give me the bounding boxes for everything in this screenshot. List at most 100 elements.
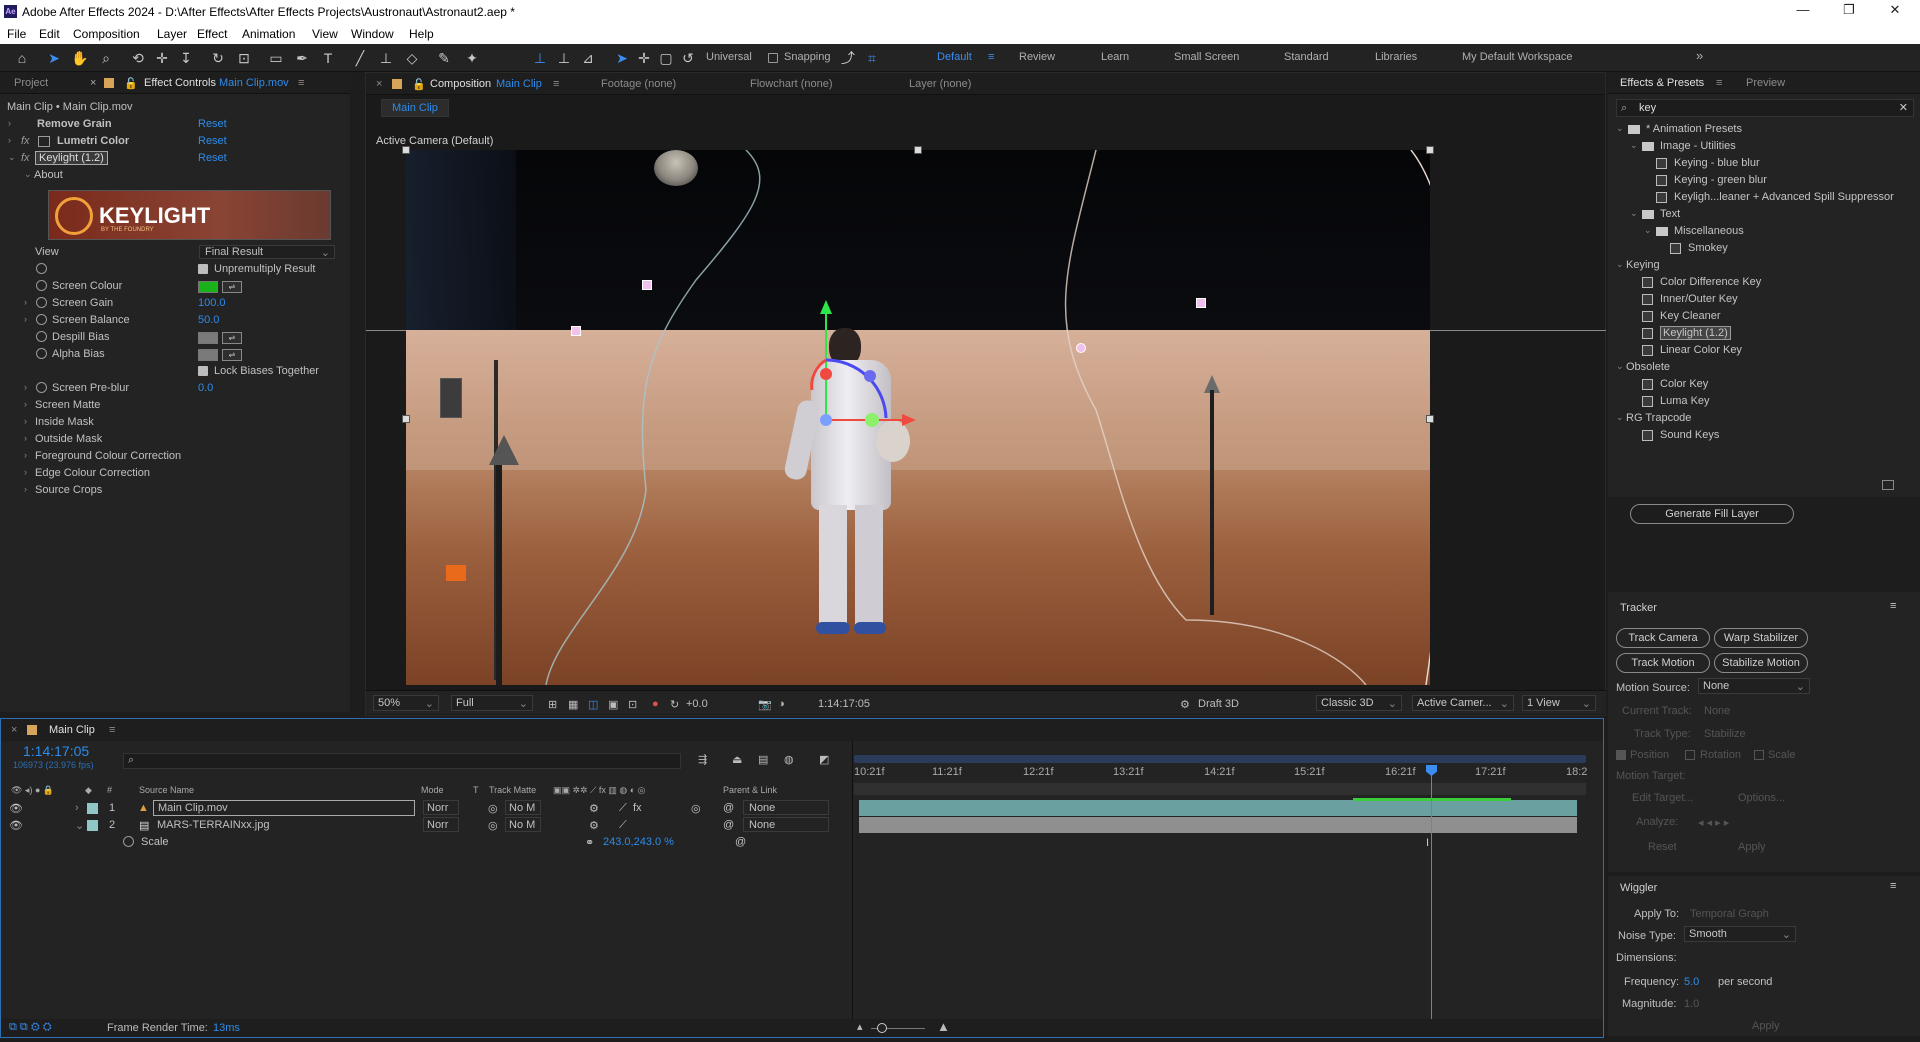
scale-value[interactable]: 243.0,243.0 %	[603, 836, 674, 848]
effect-controls-lock-icon[interactable]: 🔓	[124, 77, 138, 90]
tab-layer[interactable]: Layer (none)	[909, 78, 971, 90]
selection-handle[interactable]	[1426, 415, 1434, 423]
selection-handle[interactable]	[914, 146, 922, 154]
layer-row-2[interactable]: 👁 ⌄ 2 ▤ MARS-TERRAINxx.jpg Norr ◎ No M ⚙…	[1, 817, 851, 834]
menu-window[interactable]: Window	[351, 27, 394, 41]
group-edge-colour[interactable]: › Edge Colour Correction	[0, 465, 345, 482]
3d-layer-switch-icon[interactable]: ◎	[691, 802, 701, 815]
eyedropper-icon[interactable]: ⇌	[222, 332, 242, 344]
tab-preview[interactable]: Preview	[1746, 77, 1785, 89]
views-dropdown[interactable]: 1 View ⌄	[1522, 695, 1596, 711]
effects-tree-item[interactable]: Keyligh...leaner + Advanced Spill Suppre…	[1608, 189, 1920, 206]
effects-tree-item[interactable]: Color Difference Key	[1608, 274, 1920, 291]
resolution-dropdown[interactable]: Full ⌄	[451, 695, 533, 711]
exposure-value[interactable]: +0.0	[686, 698, 708, 710]
panel-menu-icon[interactable]: ≡	[553, 78, 559, 90]
transparency-grid-icon[interactable]: ▦	[568, 698, 578, 711]
layer-row-1[interactable]: 👁 › 1 ▲ Main Clip.mov Norr ◎ No M ⚙ ⟋ fx…	[1, 800, 851, 817]
show-snapshot-icon[interactable]: ◑	[778, 698, 785, 710]
despill-bias-swatch[interactable]	[198, 332, 218, 344]
panel-menu-icon[interactable]: ≡	[1890, 600, 1896, 612]
collapse-switch-icon[interactable]: ⚙	[589, 819, 599, 832]
fx-switch-icon[interactable]: fx	[633, 802, 642, 814]
universal-move-icon[interactable]: ✛	[634, 48, 654, 68]
menu-composition[interactable]: Composition	[73, 27, 140, 41]
rotation-checkbox[interactable]	[1685, 750, 1695, 760]
effects-tree-item[interactable]: ⌄ RG Trapcode	[1608, 410, 1920, 427]
parent-dropdown[interactable]: None	[743, 800, 829, 815]
position-checkbox[interactable]	[1616, 750, 1626, 760]
reset-link[interactable]: Reset	[198, 135, 227, 147]
selection-handle[interactable]	[402, 146, 410, 154]
tab-project[interactable]: Project	[14, 77, 48, 89]
universal-rotate-icon[interactable]: ↺	[678, 48, 698, 68]
grid-icon[interactable]: ⊡	[628, 698, 637, 711]
selection-handle[interactable]	[402, 415, 410, 423]
menu-layer[interactable]: Layer	[157, 27, 187, 41]
rotate-tool-icon[interactable]: ↻	[208, 48, 228, 68]
workspace-menu-icon[interactable]: ≡	[988, 51, 994, 63]
track-matte-dropdown[interactable]: No M	[505, 817, 541, 832]
clone-stamp-tool-icon[interactable]: ⊥	[376, 48, 396, 68]
zoom-out-icon[interactable]: ▴	[857, 1020, 863, 1033]
frequency-value[interactable]: 5.0	[1684, 976, 1699, 988]
alpha-bias-swatch[interactable]	[198, 349, 218, 361]
effects-tree-item[interactable]: Keying - blue blur	[1608, 155, 1920, 172]
parent-dropdown[interactable]: None	[743, 817, 829, 832]
universal-select-icon[interactable]: ➤	[612, 48, 632, 68]
track-camera-button[interactable]: Track Camera	[1616, 628, 1710, 648]
close-tab-icon[interactable]: ×	[90, 77, 96, 89]
new-folder-icon[interactable]	[1882, 480, 1894, 490]
tab-footage[interactable]: Footage (none)	[601, 78, 676, 90]
chevron-down-icon[interactable]: ⌄	[1616, 361, 1624, 372]
track-motion-button[interactable]: Track Motion	[1616, 653, 1710, 673]
screen-preblur-value[interactable]: 0.0	[198, 382, 213, 394]
frame-blending-icon[interactable]: ▤	[758, 753, 768, 766]
scale-checkbox[interactable]	[1754, 750, 1764, 760]
puppet-tool-icon[interactable]: ✦	[462, 48, 482, 68]
selection-tool-icon[interactable]: ➤	[44, 48, 64, 68]
mode-dropdown[interactable]: Norr	[423, 800, 459, 815]
local-axis-icon[interactable]: ⊥	[530, 48, 550, 68]
track-matte-icon[interactable]: ◎	[488, 802, 498, 815]
screen-gain-value[interactable]: 100.0	[198, 297, 226, 309]
stopwatch-icon[interactable]	[36, 331, 47, 342]
group-inside-mask[interactable]: › Inside Mask	[0, 414, 345, 431]
guides-icon[interactable]: ▣	[608, 698, 618, 711]
camera-dropdown[interactable]: Active Camer... ⌄	[1412, 695, 1514, 711]
comp-subtab[interactable]: Main Clip	[381, 99, 449, 117]
menu-help[interactable]: Help	[409, 27, 434, 41]
options-button[interactable]: Options...	[1738, 792, 1785, 804]
stopwatch-icon[interactable]	[36, 382, 47, 393]
renderer-icon[interactable]: ⚙	[1180, 698, 1190, 711]
effects-tree-item[interactable]: Linear Color Key	[1608, 342, 1920, 359]
playhead-line[interactable]	[1431, 765, 1432, 1037]
tab-flowchart[interactable]: Flowchart (none)	[750, 78, 833, 90]
menu-animation[interactable]: Animation	[242, 27, 295, 41]
tab-comp-name[interactable]: Main Clip	[496, 78, 542, 90]
layer-shy-icon[interactable]: ▲	[138, 802, 149, 814]
workspace-standard[interactable]: Standard	[1284, 51, 1329, 63]
visibility-eye-icon[interactable]: 👁	[9, 802, 23, 815]
graph-editor-icon[interactable]: ◩	[819, 753, 829, 766]
group-source-crops[interactable]: › Source Crops	[0, 482, 345, 499]
snapping-checkbox[interactable]	[768, 53, 778, 63]
workspace-review[interactable]: Review	[1019, 51, 1055, 63]
tracker-apply-button[interactable]: Apply	[1738, 841, 1766, 853]
panel-menu-icon[interactable]: ≡	[1716, 77, 1722, 89]
group-outside-mask[interactable]: › Outside Mask	[0, 431, 345, 448]
motion-source-dropdown[interactable]: None ⌄	[1698, 678, 1810, 694]
fx-icon[interactable]: fx	[21, 135, 30, 147]
effects-tree-item[interactable]: ⌄ * Animation Presets	[1608, 121, 1920, 138]
comp-flowchart-icon[interactable]: ⇶	[698, 753, 707, 766]
wiggler-apply-button[interactable]: Apply	[1752, 1020, 1780, 1032]
timeline-timecode[interactable]: 1:14:17:05	[23, 743, 89, 759]
anchor-tool-icon[interactable]: ⊡	[234, 48, 254, 68]
group-foreground-colour[interactable]: › Foreground Colour Correction	[0, 448, 345, 465]
composition-viewer[interactable]	[406, 150, 1430, 685]
effect-keylight[interactable]: ⌄ fx Keylight (1.2) Reset	[0, 150, 345, 167]
eraser-tool-icon[interactable]: ◇	[402, 48, 422, 68]
workspace-libraries[interactable]: Libraries	[1375, 51, 1417, 63]
parent-pickwhip-icon[interactable]: @	[723, 819, 734, 831]
workspace-default[interactable]: Default	[937, 51, 972, 63]
